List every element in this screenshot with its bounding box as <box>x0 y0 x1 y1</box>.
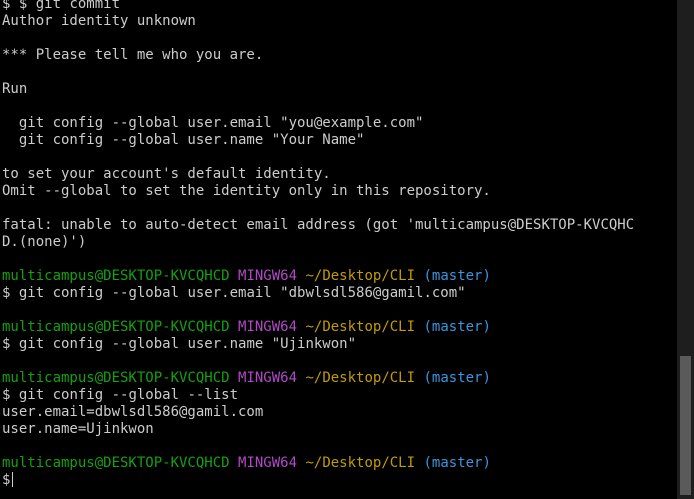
output-line: user.email=dbwlsdl586@gamil.com <box>2 404 264 420</box>
input-line[interactable]: $ <box>2 472 682 489</box>
text-cursor <box>12 472 14 487</box>
prompt-user-host: multicampus@DESKTOP-KVCQHCD <box>2 319 230 335</box>
command-line: $ git config --global --list <box>2 387 682 404</box>
output-line: *** Please tell me who you are. <box>2 47 264 63</box>
terminal-output: $ $ git commit Author identity unknown *… <box>2 0 682 489</box>
output-line: to set your account's default identity. <box>2 166 331 182</box>
command-text: git config --global user.name "Ujinkwon" <box>18 336 357 352</box>
prompt-system: MINGW64 <box>238 268 298 284</box>
vertical-scrollbar[interactable] <box>677 0 694 499</box>
prompt-path: ~/Desktop/CLI <box>305 455 416 471</box>
prompt-line: multicampus@DESKTOP-KVCQHCD MINGW64 ~/De… <box>2 268 682 285</box>
prompt-user-host: multicampus@DESKTOP-KVCQHCD <box>2 268 230 284</box>
output-line: git config --global user.name "Your Name… <box>2 132 365 148</box>
prompt-symbol: $ <box>2 472 11 488</box>
prompt-branch: (master) <box>423 268 491 284</box>
prompt-line: multicampus@DESKTOP-KVCQHCD MINGW64 ~/De… <box>2 370 682 387</box>
prompt-path: ~/Desktop/CLI <box>305 268 416 284</box>
output-line: git config --global user.email "you@exam… <box>2 115 424 131</box>
scrollbar-thumb[interactable] <box>680 356 691 495</box>
prompt-symbol: $ <box>2 387 11 403</box>
terminal-line: $ $ git commit <box>2 0 682 13</box>
prompt-line: multicampus@DESKTOP-KVCQHCD MINGW64 ~/De… <box>2 455 682 472</box>
prompt-symbol: $ <box>2 0 11 12</box>
prompt-branch: (master) <box>423 370 491 386</box>
prompt-line: multicampus@DESKTOP-KVCQHCD MINGW64 ~/De… <box>2 319 682 336</box>
command-text: git config --global user.email "dbwlsdl5… <box>18 285 466 301</box>
output-line: Author identity unknown <box>2 13 196 29</box>
prompt-user-host: multicampus@DESKTOP-KVCQHCD <box>2 455 230 471</box>
command-line: $ git config --global user.name "Ujinkwo… <box>2 336 682 353</box>
prompt-path: ~/Desktop/CLI <box>305 319 416 335</box>
command-text: $ git commit <box>18 0 121 12</box>
terminal-window[interactable]: $ $ git commit Author identity unknown *… <box>0 0 694 499</box>
output-line: fatal: unable to auto-detect email addre… <box>2 217 635 233</box>
prompt-system: MINGW64 <box>238 455 298 471</box>
prompt-path: ~/Desktop/CLI <box>305 370 416 386</box>
command-line: $ git config --global user.email "dbwlsd… <box>2 285 682 302</box>
prompt-branch: (master) <box>423 455 491 471</box>
prompt-user-host: multicampus@DESKTOP-KVCQHCD <box>2 370 230 386</box>
output-line: user.name=Ujinkwon <box>2 421 154 437</box>
output-line: D.(none)') <box>2 234 87 250</box>
prompt-symbol: $ <box>2 336 11 352</box>
prompt-branch: (master) <box>423 319 491 335</box>
prompt-system: MINGW64 <box>238 370 298 386</box>
prompt-system: MINGW64 <box>238 319 298 335</box>
output-line: Omit --global to set the identity only i… <box>2 183 491 199</box>
command-text: git config --global --list <box>18 387 239 403</box>
prompt-symbol: $ <box>2 285 11 301</box>
output-line: Run <box>2 81 28 97</box>
